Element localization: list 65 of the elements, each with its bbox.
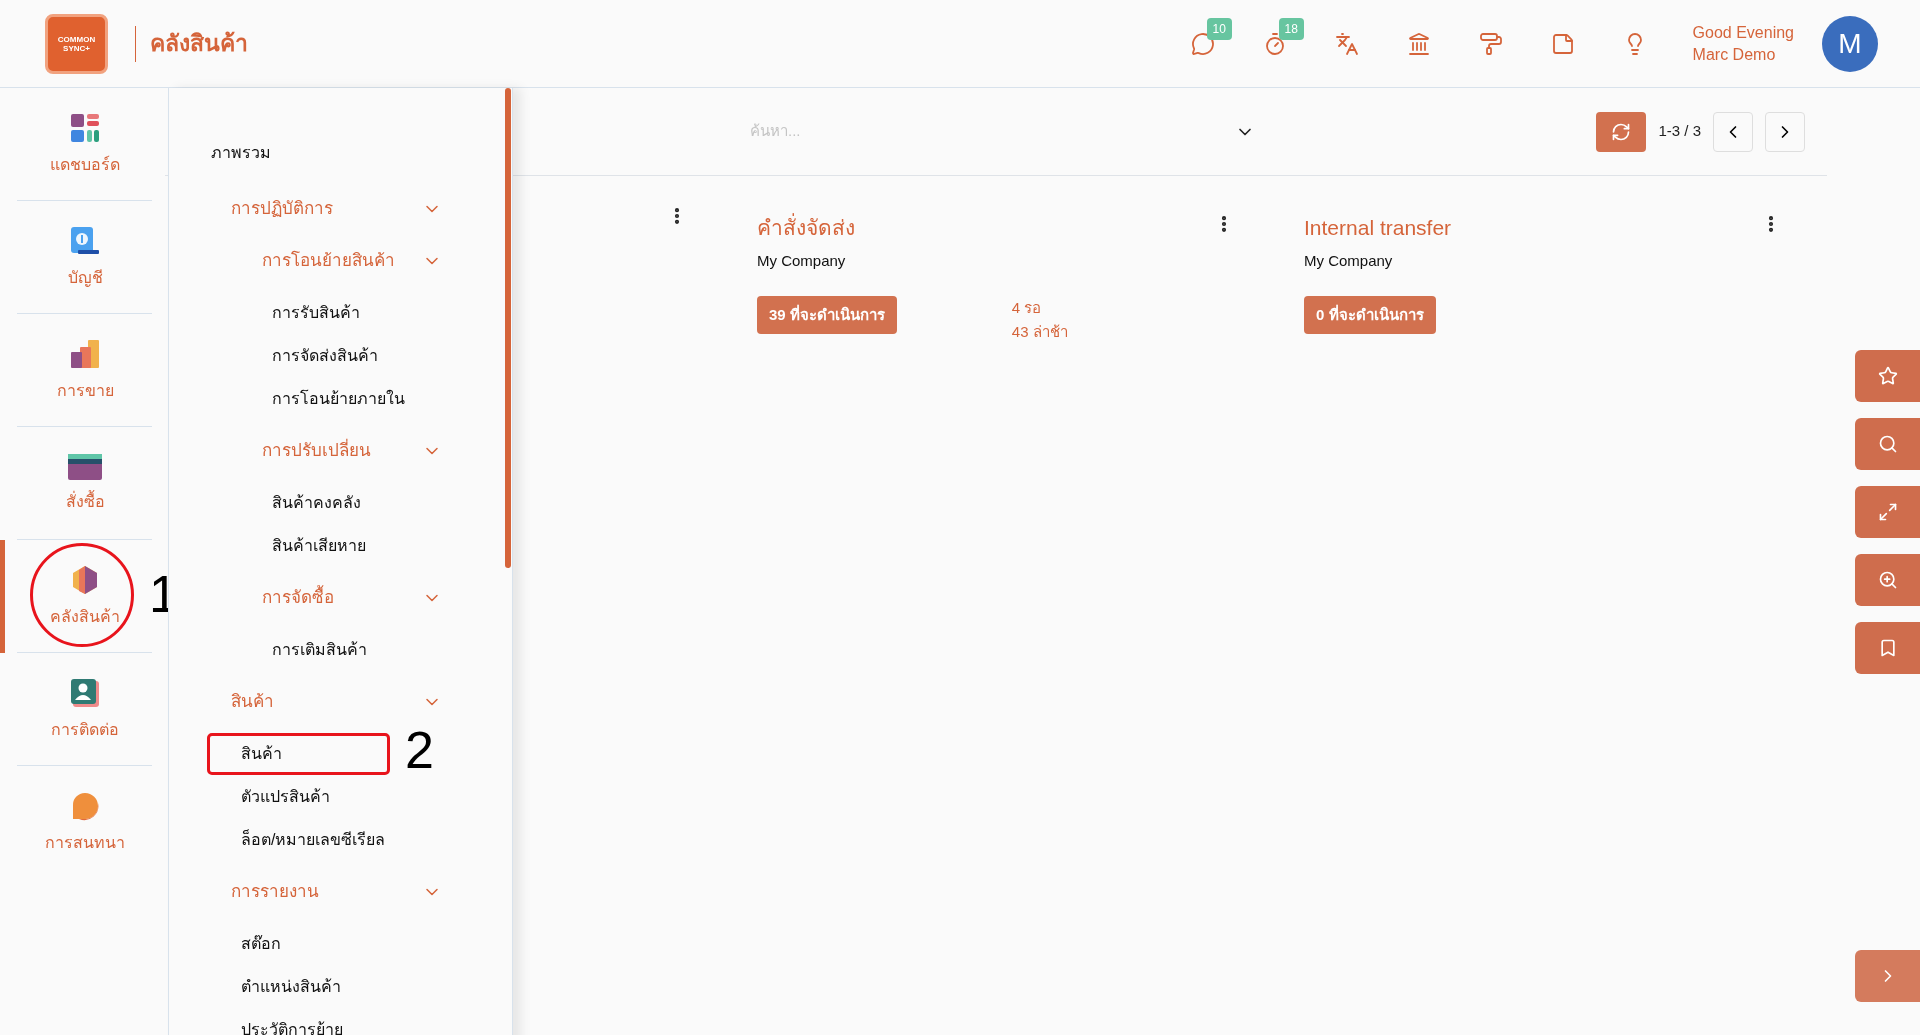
refresh-icon — [1611, 121, 1632, 142]
roller-icon[interactable] — [1478, 31, 1503, 56]
menu-item[interactable]: การเติมสินค้า — [272, 637, 367, 662]
app-nav-item[interactable]: การสนทนา — [0, 766, 165, 879]
todo-button[interactable]: 39 ที่จะดำเนินการ — [757, 296, 897, 334]
menu-section[interactable]: การปรับเปลี่ยน — [169, 429, 512, 472]
translate-icon[interactable] — [1334, 31, 1359, 56]
menu-item[interactable]: สต๊อก — [241, 931, 281, 956]
pager: 1-3 / 3 — [1658, 121, 1701, 142]
company-name: My Company — [1304, 250, 1394, 271]
user-avatar[interactable]: M — [1822, 15, 1878, 72]
menu-section[interactable]: การปฏิบัติการ — [169, 187, 512, 230]
expand-icon — [1877, 502, 1898, 522]
star-icon — [1877, 366, 1898, 386]
menu-item[interactable]: ตัวแปรสินค้า — [241, 784, 330, 809]
building-icon[interactable] — [1406, 31, 1431, 56]
menu-item[interactable]: การรับสินค้า — [272, 300, 360, 325]
menu-item[interactable]: ภาพรวม — [211, 141, 271, 165]
menu-item[interactable]: การจัดส่งสินค้า — [272, 343, 378, 368]
greeting: Good Evening — [1692, 22, 1794, 43]
card-icon — [68, 453, 102, 480]
logo[interactable]: COMMON SYNC+ — [45, 13, 108, 74]
count-badge: 18 — [1278, 17, 1304, 40]
dashboard-icon — [70, 112, 100, 143]
bookmark-button[interactable] — [1855, 622, 1920, 674]
contact-icon — [70, 677, 100, 708]
step-number: 2 — [405, 724, 434, 776]
page-title: คลังสินค้า — [150, 29, 248, 59]
note-icon[interactable] — [1550, 31, 1575, 56]
menu-item[interactable]: สินค้า — [241, 741, 282, 766]
user-name: Marc Demo — [1692, 44, 1777, 65]
menu-section[interactable]: สินค้า — [169, 680, 512, 723]
app-nav-item[interactable]: การติดต่อ — [0, 653, 165, 766]
menu-item[interactable]: ล็อต/หมายเลขซีเรียล — [241, 827, 386, 852]
card-title[interactable]: คำสั่งจัดส่ง — [757, 212, 855, 244]
chat-bubble-icon — [70, 790, 100, 821]
stat-link[interactable]: 43 ล่าช้า — [1011, 320, 1068, 344]
company-name: My Company — [757, 250, 847, 271]
menu-item[interactable]: สินค้าคงคลัง — [272, 490, 361, 515]
app-nav-item[interactable]: แดชบอร์ด — [0, 88, 165, 201]
app-nav-item[interactable]: บัญชี — [0, 201, 165, 314]
invoice-icon — [70, 225, 100, 256]
app-nav-item[interactable]: สั่งซื้อ — [0, 427, 165, 540]
todo-button[interactable]: 0 ที่จะดำเนินการ — [1304, 296, 1436, 334]
menu-item[interactable]: สินค้าเสียหาย — [272, 533, 366, 558]
menu-item[interactable]: ตำแหน่งสินค้า — [241, 974, 341, 999]
chat-icon[interactable] — [1190, 31, 1215, 56]
zoom-icon — [1877, 570, 1898, 590]
bar-chart-icon — [70, 338, 100, 369]
box-icon — [71, 564, 99, 595]
search-button[interactable] — [1855, 418, 1920, 470]
menu-section[interactable]: การจัดซื้อ — [169, 576, 512, 619]
search-icon — [1877, 434, 1898, 454]
menu-section[interactable]: การโอนย้ายสินค้า — [169, 239, 512, 282]
refresh-button[interactable] — [1596, 111, 1647, 152]
menu-item[interactable]: ประวัติการย้าย — [241, 1017, 343, 1035]
zoom-button[interactable] — [1855, 554, 1920, 606]
menu-section[interactable]: การรายงาน — [169, 870, 512, 913]
menu-item[interactable]: การโอนย้ายภายใน — [272, 386, 405, 411]
stat-link[interactable]: 4 รอ — [1011, 296, 1068, 320]
count-badge: 10 — [1206, 17, 1232, 40]
expand-button[interactable] — [1855, 486, 1920, 538]
star-button[interactable] — [1855, 350, 1920, 402]
card-title[interactable]: Internal transfer — [1304, 212, 1452, 244]
app-nav-item[interactable]: การขาย — [0, 314, 165, 427]
